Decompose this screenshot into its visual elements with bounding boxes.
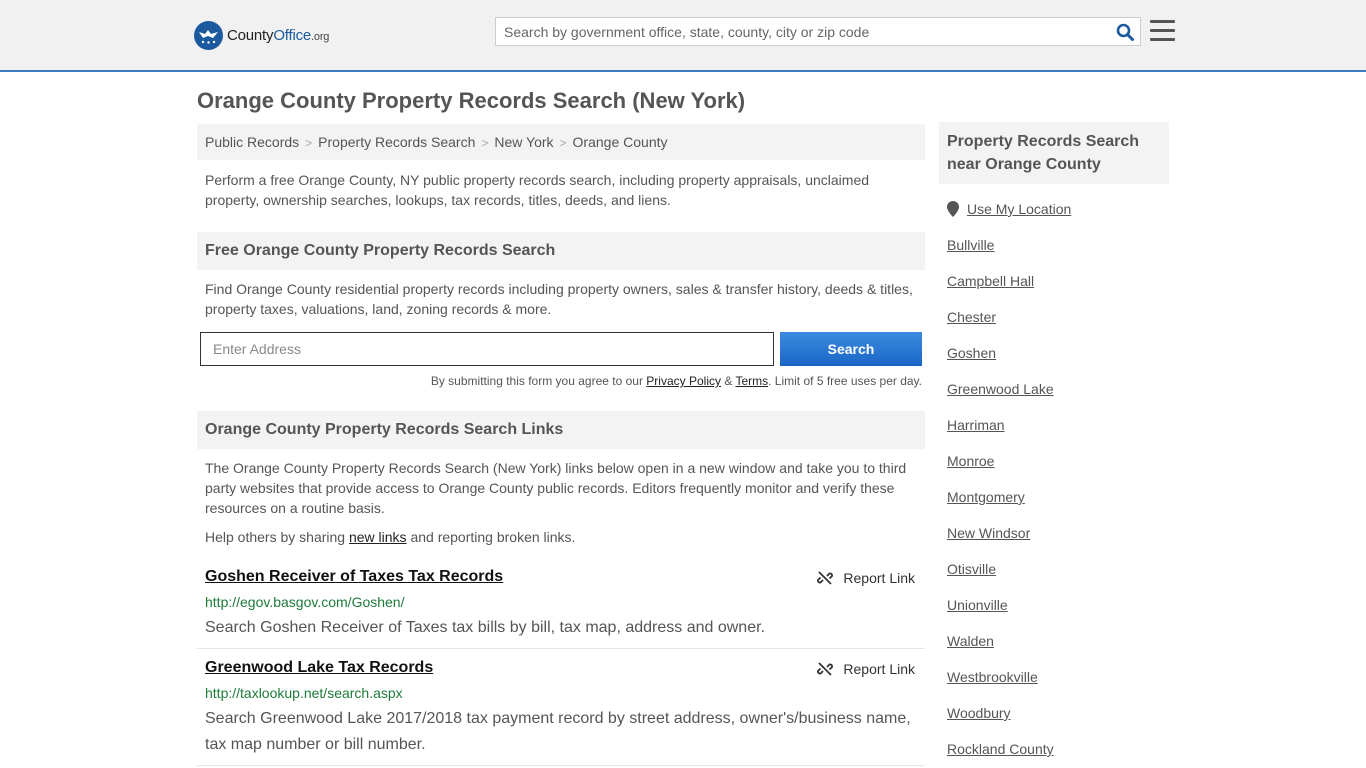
site-search	[495, 17, 1141, 46]
list-item: Greenwood Lake Tax Records Report Link h…	[197, 659, 925, 766]
breadcrumb-item[interactable]: Orange County	[573, 134, 668, 150]
site-search-input[interactable]	[496, 18, 1096, 45]
page-title: Orange County Property Records Search (N…	[197, 88, 746, 113]
report-link-button[interactable]: Report Link	[817, 570, 915, 586]
address-input[interactable]	[200, 332, 774, 366]
place-link[interactable]: Greenwood Lake	[947, 381, 1054, 397]
resource-title-link[interactable]: Goshen Receiver of Taxes Tax Records	[205, 568, 503, 586]
list-item: Goshen Receiver of Taxes Tax Records Rep…	[197, 568, 925, 649]
chevron-right-icon: >	[481, 136, 489, 150]
list-item: Chester	[947, 309, 1054, 345]
broken-link-icon	[817, 571, 834, 585]
list-item: Montgomery	[947, 489, 1054, 525]
new-links-link[interactable]: new links	[349, 529, 407, 545]
search-icon[interactable]	[1116, 23, 1134, 44]
list-item: Unionville	[947, 597, 1054, 633]
resource-url: http://egov.basgov.com/Goshen/	[205, 594, 405, 610]
map-pin-icon	[947, 201, 959, 217]
breadcrumb-item[interactable]: Public Records	[205, 134, 299, 150]
place-link[interactable]: Bullville	[947, 237, 994, 253]
links-heading: Orange County Property Records Search Li…	[197, 411, 925, 449]
place-link[interactable]: New Windsor	[947, 525, 1030, 541]
help-text: Help others by sharing new links and rep…	[205, 529, 576, 545]
list-item: Campbell Hall	[947, 273, 1054, 309]
broken-link-icon	[817, 662, 834, 676]
list-item: Woodbury	[947, 705, 1054, 741]
site-header: CountyOffice.org	[0, 0, 1366, 72]
list-item: Greenwood Lake	[947, 381, 1054, 417]
chevron-right-icon: >	[305, 136, 313, 150]
place-link[interactable]: Goshen	[947, 345, 996, 361]
list-item: Rockland County	[947, 741, 1054, 768]
list-item: New Windsor	[947, 525, 1054, 561]
free-search-text: Find Orange County residential property …	[205, 281, 913, 317]
place-link[interactable]: Rockland County	[947, 741, 1054, 757]
resource-url: http://taxlookup.net/search.aspx	[205, 685, 403, 701]
place-link[interactable]: Westbrookville	[947, 669, 1038, 685]
place-link[interactable]: Chester	[947, 309, 996, 325]
hamburger-menu-icon[interactable]	[1150, 20, 1175, 42]
free-search-heading: Free Orange County Property Records Sear…	[197, 232, 925, 270]
list-item: Walden	[947, 633, 1054, 669]
place-link[interactable]: Montgomery	[947, 489, 1025, 505]
place-link[interactable]: Unionville	[947, 597, 1008, 613]
list-item: Westbrookville	[947, 669, 1054, 705]
chevron-right-icon: >	[559, 136, 567, 150]
breadcrumb: Public Records > Property Records Search > N…	[197, 124, 925, 160]
list-item: Bullville	[947, 237, 1054, 273]
place-link[interactable]: Harriman	[947, 417, 1005, 433]
place-link[interactable]: Monroe	[947, 453, 994, 469]
intro-text: Perform a free Orange County, NY public …	[205, 172, 870, 208]
links-text: The Orange County Property Records Searc…	[205, 460, 907, 516]
breadcrumb-item[interactable]: New York	[494, 134, 553, 150]
resource-title-link[interactable]: Greenwood Lake Tax Records	[205, 659, 433, 677]
use-my-location-link[interactable]: Use My Location	[947, 201, 1071, 217]
list-item: Otisville	[947, 561, 1054, 597]
resource-description: Search Goshen Receiver of Taxes tax bill…	[205, 619, 765, 636]
terms-link[interactable]: Terms	[735, 374, 768, 388]
place-link[interactable]: Woodbury	[947, 705, 1011, 721]
site-logo[interactable]: CountyOffice.org	[194, 20, 329, 50]
terms-notice: By submitting this form you agree to our…	[430, 374, 922, 388]
breadcrumb-item[interactable]: Property Records Search	[318, 134, 475, 150]
place-link[interactable]: Walden	[947, 633, 994, 649]
logo-text: CountyOffice.org	[227, 26, 330, 44]
resource-description: Search Greenwood Lake 2017/2018 tax paym…	[205, 710, 911, 753]
place-link[interactable]: Otisville	[947, 561, 996, 577]
list-item: Harriman	[947, 417, 1054, 453]
eagle-seal-icon	[194, 20, 223, 50]
list-item: Goshen	[947, 345, 1054, 381]
report-link-button[interactable]: Report Link	[817, 661, 915, 677]
search-button[interactable]: Search	[780, 332, 922, 366]
sidebar-heading: Property Records Search near Orange Coun…	[939, 122, 1169, 184]
place-link[interactable]: Campbell Hall	[947, 273, 1034, 289]
list-item: Monroe	[947, 453, 1054, 489]
privacy-policy-link[interactable]: Privacy Policy	[646, 374, 721, 388]
nearby-places-list: Bullville Campbell Hall Chester Goshen G…	[947, 237, 1054, 768]
